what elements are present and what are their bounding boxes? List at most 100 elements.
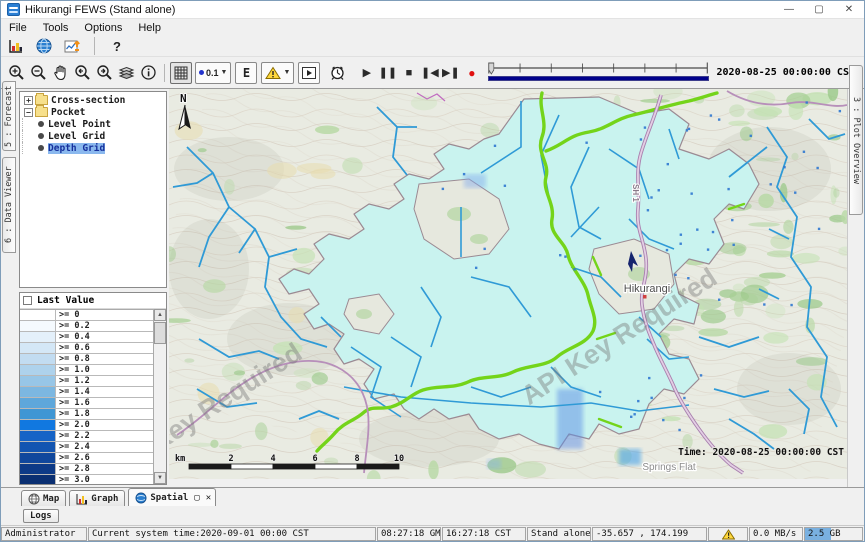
legend-row[interactable]: >= 2.6	[20, 453, 153, 464]
menu-options[interactable]: Options	[76, 21, 130, 35]
node-bullet-icon	[38, 133, 44, 139]
legend-swatch	[20, 398, 56, 408]
menu-tools[interactable]: Tools	[35, 21, 77, 35]
scroll-down-icon[interactable]: ▼	[154, 472, 166, 484]
zoom-next-icon[interactable]	[93, 62, 115, 84]
legend-row[interactable]: >= 2.2	[20, 431, 153, 442]
legend-row[interactable]: >= 3.0	[20, 475, 153, 484]
legend-row[interactable]: >= 1.4	[20, 387, 153, 398]
scroll-thumb[interactable]	[154, 322, 166, 344]
legend-swatch	[20, 442, 56, 452]
logs-button[interactable]: Logs	[23, 509, 59, 523]
legend-row[interactable]: >= 0.8	[20, 354, 153, 365]
info-icon[interactable]	[137, 62, 159, 84]
pause-button[interactable]: ❚❚	[377, 66, 398, 79]
toolbar-separator	[164, 64, 165, 82]
timeline-datetime: 2020-08-25 00:00:00 CST	[715, 67, 860, 78]
tree-item-level-point[interactable]: Level Point	[22, 118, 166, 130]
legend-row[interactable]: >= 0.4	[20, 332, 153, 343]
tab-plot-overview[interactable]: 3 : Plot Overview	[849, 65, 863, 215]
node-bullet-icon	[38, 121, 44, 127]
longitudinal-profile-button[interactable]: E	[235, 62, 257, 84]
collapse-icon[interactable]: −	[24, 108, 33, 117]
timeseries-dialog-icon[interactable]	[61, 35, 83, 57]
legend-row[interactable]: >= 1.8	[20, 409, 153, 420]
last-value-checkbox[interactable]	[23, 296, 32, 305]
tree-label: Level Point	[48, 119, 111, 130]
map-viewport[interactable]: API Key Required API Key Required Hikura…	[169, 89, 847, 479]
explorer-chart-icon[interactable]	[5, 35, 27, 57]
tree-item-level-grid[interactable]: Level Grid	[22, 130, 166, 142]
globe-icon[interactable]	[33, 35, 55, 57]
legend-row[interactable]: >= 1.0	[20, 365, 153, 376]
warning-layer-dropdown[interactable]: ▼	[261, 62, 294, 84]
pan-hand-icon[interactable]	[49, 62, 71, 84]
tab-map[interactable]: Map	[21, 490, 66, 506]
wireframe-globe-icon	[28, 493, 40, 505]
animation-timer-icon[interactable]	[326, 62, 348, 84]
legend-label: >= 0.2	[56, 321, 90, 331]
legend-row[interactable]: >= 0.6	[20, 343, 153, 354]
zoom-previous-icon[interactable]	[71, 62, 93, 84]
minimize-button[interactable]: —	[774, 1, 804, 18]
blue-globe-icon	[135, 492, 147, 504]
stop-button[interactable]: ■	[398, 67, 419, 79]
status-transfer-rate: 0.0 MB/s	[749, 527, 803, 541]
step-back-button[interactable]: ❚◀	[419, 66, 440, 79]
timeline-slider[interactable]	[486, 60, 710, 86]
tab-data-viewer[interactable]: 6 : Data Viewer	[2, 157, 16, 253]
legend-row[interactable]: >= 1.6	[20, 398, 153, 409]
menu-help[interactable]: Help	[130, 21, 169, 35]
legend-swatch	[20, 343, 56, 353]
tree-label: Level Grid	[48, 131, 105, 142]
tab-forecast[interactable]: 5 : Forecast	[2, 81, 16, 151]
tree-item-pocket[interactable]: − Pocket	[22, 106, 166, 118]
animation-movie-button[interactable]	[298, 62, 320, 84]
legend-row[interactable]: >= 2.4	[20, 442, 153, 453]
legend-swatch	[20, 431, 56, 441]
close-panel-icon[interactable]: ✕	[206, 493, 211, 503]
grid-classbreak-dropdown[interactable]: 0.1 ▼	[195, 62, 231, 84]
legend-row[interactable]: >= 1.2	[20, 376, 153, 387]
legend-label: >= 1.6	[56, 398, 90, 408]
legend-row[interactable]: >= 2.8	[20, 464, 153, 475]
last-value-checkbox-row[interactable]: Last Value	[20, 293, 166, 309]
legend-row[interactable]: >= 2.0	[20, 420, 153, 431]
legend-row[interactable]: >= 0.2	[20, 321, 153, 332]
app-window: Hikurangi FEWS (Stand alone) — ▢ ✕ FileT…	[0, 0, 865, 542]
status-bar: Administrator Current system time:2020-0…	[1, 526, 864, 541]
status-warning-indicator[interactable]	[708, 527, 748, 541]
legend-label: >= 0.6	[56, 343, 90, 353]
layers-icon[interactable]	[115, 62, 137, 84]
legend-scrollbar[interactable]: ▲ ▼	[153, 309, 166, 484]
chevron-down-icon: ▼	[221, 69, 228, 76]
folder-icon	[35, 107, 48, 117]
tab-spatial[interactable]: Spatial ▢ ✕	[128, 488, 216, 506]
warning-triangle-icon	[722, 529, 735, 540]
expand-icon[interactable]: +	[24, 96, 33, 105]
zoom-out-icon[interactable]	[27, 62, 49, 84]
step-forward-button[interactable]: ▶❚	[440, 66, 461, 79]
legend-label: >= 2.4	[56, 442, 90, 452]
legend-swatch	[20, 387, 56, 397]
last-value-label: Last Value	[37, 295, 94, 306]
scroll-up-icon[interactable]: ▲	[154, 309, 166, 321]
menu-bar: FileToolsOptionsHelp	[1, 19, 864, 36]
classbreak-dot-icon	[199, 70, 204, 75]
app-logo-icon	[7, 3, 20, 16]
svg-text:2: 2	[228, 454, 233, 464]
help-button[interactable]: ?	[106, 35, 128, 57]
legend-row[interactable]: >= 0	[20, 310, 153, 321]
maximize-button[interactable]: ▢	[804, 1, 834, 18]
play-button[interactable]: ▶	[356, 66, 377, 79]
grid-display-button[interactable]	[170, 62, 192, 84]
record-button[interactable]: ●	[461, 66, 482, 80]
close-button[interactable]: ✕	[834, 1, 864, 18]
menu-file[interactable]: File	[1, 21, 35, 35]
svg-text:km: km	[175, 454, 185, 464]
locality-label: Springs Flat	[642, 462, 696, 473]
tab-graph[interactable]: Graph	[69, 490, 125, 506]
tree-item-depth-grid[interactable]: Depth Grid	[22, 142, 166, 154]
restore-panel-icon[interactable]: ▢	[194, 493, 199, 503]
legend-label: >= 2.8	[56, 464, 90, 474]
